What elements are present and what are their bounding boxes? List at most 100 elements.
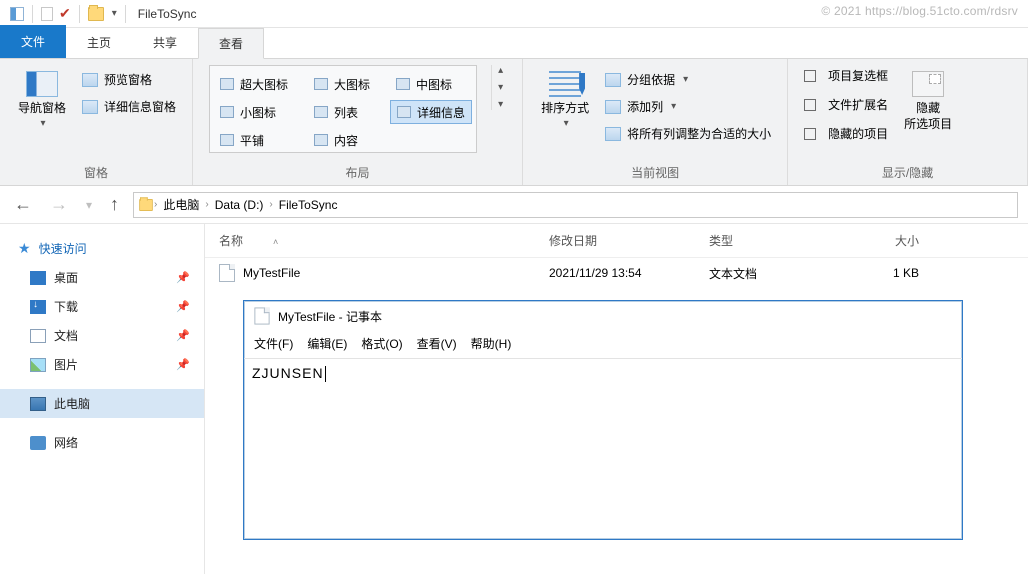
- details-pane-label: 详细信息窗格: [104, 98, 176, 115]
- textfile-icon: [219, 264, 235, 282]
- ribbon: 导航窗格 ▾ 预览窗格 详细信息窗格 窗格 超大图标 大图标 中图标: [0, 58, 1028, 186]
- details-pane-icon: [82, 100, 98, 114]
- notepad-menu: 文件(F) 编辑(E) 格式(O) 查看(V) 帮助(H): [244, 331, 962, 359]
- pictures-icon: [30, 358, 46, 372]
- sort-icon: [549, 71, 581, 97]
- notepad-title-text: MyTestFile - 记事本: [278, 308, 382, 325]
- add-columns-button[interactable]: 添加列▾: [605, 98, 771, 115]
- up-button[interactable]: ↑: [106, 194, 123, 215]
- layout-medium[interactable]: 中图标: [390, 72, 472, 96]
- notepad-menu-edit[interactable]: 编辑(E): [307, 335, 347, 352]
- sidebar-network[interactable]: 网络: [0, 428, 204, 457]
- sort-button[interactable]: 排序方式 ▾: [539, 65, 591, 130]
- file-size: 1 KB: [829, 266, 919, 280]
- sidebar-downloads[interactable]: 下载📌: [0, 292, 204, 321]
- tab-share[interactable]: 共享: [132, 27, 198, 58]
- add-columns-icon: [605, 100, 621, 114]
- group-panes: 导航窗格 ▾ 预览窗格 详细信息窗格 窗格: [0, 59, 193, 185]
- chevron-down-icon: ▾: [564, 117, 569, 130]
- crumb-folder[interactable]: FileToSync: [273, 198, 344, 212]
- tab-view[interactable]: 查看: [198, 28, 264, 59]
- file-list: 名称˄ 修改日期 类型 大小 MyTestFile 2021/11/29 13:…: [205, 224, 1028, 574]
- documents-icon: [30, 329, 46, 343]
- nav-pane-icon: [26, 71, 58, 97]
- layout-content[interactable]: 内容: [308, 128, 376, 152]
- group-panes-label: 窗格: [16, 160, 176, 183]
- column-headers: 名称˄ 修改日期 类型 大小: [205, 224, 1028, 258]
- pin-icon: 📌: [176, 300, 190, 313]
- layout-tiles[interactable]: 平铺: [214, 128, 294, 152]
- crumb-thispc[interactable]: 此电脑: [157, 196, 205, 213]
- thispc-icon: [30, 397, 46, 411]
- group-current-view: 排序方式 ▾ 分组依据▾ 添加列▾ 将所有列调整为合适的大小 当前视图: [523, 59, 788, 185]
- notepad-menu-format[interactable]: 格式(O): [361, 335, 402, 352]
- checkbox-hidden-items[interactable]: 隐藏的项目: [804, 125, 888, 142]
- nav-pane-button[interactable]: 导航窗格 ▾: [16, 65, 68, 130]
- layout-small[interactable]: 小图标: [214, 100, 294, 124]
- sort-label: 排序方式: [541, 101, 589, 117]
- layout-list[interactable]: 列表: [308, 100, 376, 124]
- downloads-icon: [30, 300, 46, 314]
- nav-row: ← → ▾ ↑ › 此电脑 › Data (D:) › FileToSync: [0, 186, 1028, 224]
- group-by-icon: [605, 73, 621, 87]
- notepad-menu-help[interactable]: 帮助(H): [471, 335, 512, 352]
- checkbox-item-checkboxes[interactable]: 项目复选框: [804, 67, 888, 84]
- group-show-hide: 项目复选框 文件扩展名 隐藏的项目 隐藏 所选项目 显示/隐藏: [788, 59, 1028, 185]
- address-bar[interactable]: › 此电脑 › Data (D:) › FileToSync: [133, 192, 1018, 218]
- notepad-titlebar[interactable]: MyTestFile - 记事本: [244, 301, 962, 331]
- ribbon-tabs: 文件 主页 共享 查看: [0, 28, 1028, 58]
- tab-file[interactable]: 文件: [0, 25, 66, 58]
- layout-scroll[interactable]: ▴▾▾: [491, 65, 506, 110]
- col-size[interactable]: 大小: [829, 232, 919, 249]
- back-button[interactable]: ←: [10, 194, 36, 215]
- sidebar-pictures[interactable]: 图片📌: [0, 350, 204, 379]
- content-area: ★ 快速访问 桌面📌 下载📌 文档📌 图片📌 此电脑 网络: [0, 224, 1028, 574]
- layout-large[interactable]: 大图标: [308, 72, 376, 96]
- col-date[interactable]: 修改日期: [549, 232, 709, 249]
- preview-pane-icon: [82, 73, 98, 87]
- autosize-icon: [605, 127, 621, 141]
- notepad-menu-view[interactable]: 查看(V): [417, 335, 457, 352]
- file-row[interactable]: MyTestFile 2021/11/29 13:54 文本文档 1 KB: [205, 258, 1028, 288]
- group-show-hide-label: 显示/隐藏: [804, 160, 1011, 183]
- props-icon[interactable]: [10, 7, 24, 21]
- preview-pane-button[interactable]: 预览窗格: [82, 71, 176, 88]
- autosize-columns-button[interactable]: 将所有列调整为合适的大小: [605, 125, 771, 142]
- notepad-icon: [254, 307, 269, 324]
- forward-button[interactable]: →: [46, 194, 72, 215]
- recent-locations-button[interactable]: ▾: [82, 198, 96, 212]
- hide-label: 隐藏: [916, 101, 940, 117]
- crumb-drive[interactable]: Data (D:): [209, 198, 270, 212]
- layout-details[interactable]: 详细信息: [390, 100, 472, 124]
- check-icon[interactable]: ✔: [59, 5, 71, 22]
- group-layout-label: 布局: [209, 160, 506, 183]
- checkbox-file-extensions[interactable]: 文件扩展名: [804, 96, 888, 113]
- file-type: 文本文档: [709, 265, 829, 282]
- col-type[interactable]: 类型: [709, 232, 829, 249]
- sidebar-desktop[interactable]: 桌面📌: [0, 263, 204, 292]
- notepad-text-area[interactable]: ZJUNSEN: [244, 359, 962, 388]
- group-by-button[interactable]: 分组依据▾: [605, 71, 771, 88]
- file-date: 2021/11/29 13:54: [549, 266, 709, 280]
- hide-sub-label: 所选项目: [904, 117, 952, 133]
- sidebar-quick-access[interactable]: ★ 快速访问: [0, 234, 204, 263]
- preview-pane-label: 预览窗格: [104, 71, 152, 88]
- hide-selected-button[interactable]: 隐藏 所选项目: [902, 65, 954, 132]
- notepad-window: MyTestFile - 记事本 文件(F) 编辑(E) 格式(O) 查看(V)…: [243, 300, 963, 540]
- layout-extra-large[interactable]: 超大图标: [214, 72, 294, 96]
- qat-dropdown-icon[interactable]: ▾: [112, 8, 117, 19]
- details-pane-button[interactable]: 详细信息窗格: [82, 98, 176, 115]
- new-doc-icon[interactable]: [41, 7, 53, 21]
- star-icon: ★: [18, 240, 31, 257]
- sort-indicator-icon: ˄: [273, 237, 278, 247]
- sidebar-documents[interactable]: 文档📌: [0, 321, 204, 350]
- watermark-text: © 2021 https://blog.51cto.com/rdsrv: [821, 4, 1018, 18]
- chevron-down-icon: ▾: [40, 117, 45, 130]
- col-name[interactable]: 名称˄: [219, 232, 549, 249]
- group-current-view-label: 当前视图: [539, 160, 771, 183]
- notepad-menu-file[interactable]: 文件(F): [254, 335, 293, 352]
- sidebar: ★ 快速访问 桌面📌 下载📌 文档📌 图片📌 此电脑 网络: [0, 224, 205, 574]
- sidebar-thispc[interactable]: 此电脑: [0, 389, 204, 418]
- tab-home[interactable]: 主页: [66, 27, 132, 58]
- folder-icon: [139, 199, 153, 211]
